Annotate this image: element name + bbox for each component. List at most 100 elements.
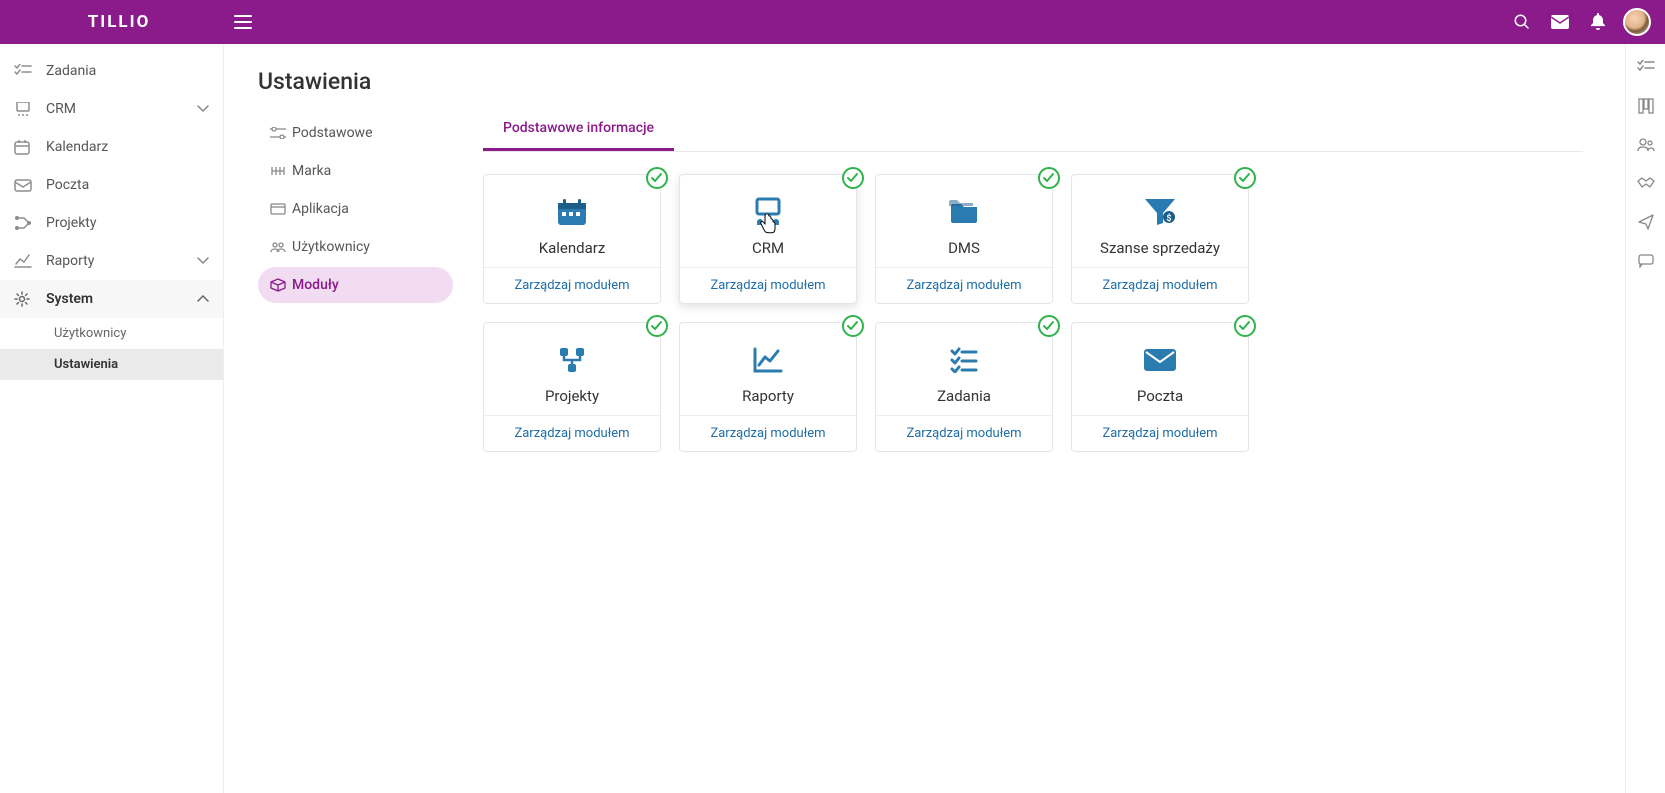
module-name: CRM: [688, 239, 848, 257]
module-name: Szanse sprzedaży: [1080, 239, 1240, 257]
sidebar-item-label: Raporty: [46, 253, 197, 269]
subnav-podstawowe[interactable]: Podstawowe: [258, 115, 453, 151]
sidebar-subitem-uzytkownicy[interactable]: Użytkownicy: [0, 318, 223, 349]
gear-icon: [14, 291, 40, 307]
calendar-icon: [14, 139, 40, 155]
main-content: Ustawienia Podstawowe Marka Aplikacja Uż…: [224, 44, 1625, 793]
subnav-moduly[interactable]: Moduły: [258, 267, 453, 303]
crm-icon: [688, 193, 848, 231]
sidebar-item-label: Projekty: [46, 215, 209, 231]
app-icon: [270, 203, 292, 215]
module-card-body: Poczta: [1072, 323, 1248, 415]
subnav-uzytkownicy[interactable]: Użytkownicy: [258, 229, 453, 265]
manage-module-link[interactable]: Zarządzaj modułem: [876, 267, 1052, 303]
funnel-icon: $: [1080, 193, 1240, 231]
sidebar-item-label: Kalendarz: [46, 139, 209, 155]
sidebar-item-system[interactable]: System: [0, 280, 223, 318]
user-avatar[interactable]: [1623, 8, 1651, 36]
sidebar-item-raporty[interactable]: Raporty: [0, 242, 223, 280]
mail-icon[interactable]: [1543, 5, 1577, 39]
check-enabled-icon: [1234, 315, 1256, 337]
module-card-szanse-sprzedaży: $ Szanse sprzedaży Zarządzaj modułem: [1071, 174, 1249, 304]
calendar-icon: [492, 193, 652, 231]
check-enabled-icon: [1234, 167, 1256, 189]
manage-module-link[interactable]: Zarządzaj modułem: [680, 415, 856, 451]
module-card-body: Zadania: [876, 323, 1052, 415]
module-card-body: Raporty: [680, 323, 856, 415]
package-icon: [270, 278, 292, 292]
module-card-body: DMS: [876, 175, 1052, 267]
manage-module-link[interactable]: Zarządzaj modułem: [1072, 415, 1248, 451]
rail-tasks-icon[interactable]: [1637, 60, 1655, 74]
right-rail: [1625, 44, 1665, 793]
module-card-projekty: Projekty Zarządzaj modułem: [483, 322, 661, 452]
crm-icon: [14, 102, 40, 116]
sidebar-item-projekty[interactable]: Projekty: [0, 204, 223, 242]
sliders-icon: [270, 127, 292, 139]
module-name: Zadania: [884, 387, 1044, 405]
svg-text:$: $: [1166, 213, 1171, 224]
sidebar-item-label: System: [46, 291, 197, 307]
sidebar-item-label: CRM: [46, 101, 197, 117]
sidebar-item-label: Zadania: [46, 63, 209, 79]
module-card-poczta: Poczta Zarządzaj modułem: [1071, 322, 1249, 452]
module-name: Poczta: [1080, 387, 1240, 405]
check-enabled-icon: [842, 167, 864, 189]
rail-chat-icon[interactable]: [1638, 254, 1654, 268]
module-card-dms: DMSZarządzaj modułem: [875, 174, 1053, 304]
subnav-label: Aplikacja: [292, 201, 349, 217]
projects-icon: [14, 216, 40, 230]
settings-subnav: Podstawowe Marka Aplikacja Użytkownicy M…: [258, 115, 453, 305]
subnav-label: Podstawowe: [292, 125, 373, 141]
check-enabled-icon: [646, 315, 668, 337]
rail-handshake-icon[interactable]: [1637, 176, 1655, 190]
module-card-kalendarz: KalendarzZarządzaj modułem: [483, 174, 661, 304]
sidebar-subitem-ustawienia[interactable]: Ustawienia: [0, 349, 223, 380]
tab-podstawowe-informacje[interactable]: Podstawowe informacje: [483, 108, 674, 151]
sidebar-item-poczta[interactable]: Poczta: [0, 166, 223, 204]
content-area: Podstawowe informacje KalendarzZarządzaj…: [453, 68, 1613, 769]
chevron-up-icon: [197, 295, 209, 303]
tab-bar: Podstawowe informacje: [483, 108, 1583, 152]
check-enabled-icon: [842, 315, 864, 337]
module-card-raporty: RaportyZarządzaj modułem: [679, 322, 857, 452]
mail-outline-icon: [14, 179, 40, 192]
check-enabled-icon: [1038, 315, 1060, 337]
subnav-label: Użytkownicy: [292, 239, 370, 255]
module-card-zadania: Zadania Zarządzaj modułem: [875, 322, 1053, 452]
subnav-aplikacja[interactable]: Aplikacja: [258, 191, 453, 227]
envelope-icon: [1080, 341, 1240, 379]
users-icon: [270, 241, 292, 253]
sidebar-item-zadania[interactable]: Zadania: [0, 52, 223, 90]
subnav-label: Moduły: [292, 277, 339, 293]
manage-module-link[interactable]: Zarządzaj modułem: [484, 415, 660, 451]
sidebar-item-label: Poczta: [46, 177, 209, 193]
chevron-down-icon: [197, 257, 209, 265]
check-enabled-icon: [1038, 167, 1060, 189]
module-name: Projekty: [492, 387, 652, 405]
module-card-body: Kalendarz: [484, 175, 660, 267]
menu-toggle-icon[interactable]: [234, 15, 252, 29]
manage-module-link[interactable]: Zarządzaj modułem: [484, 267, 660, 303]
manage-module-link[interactable]: Zarządzaj modułem: [876, 415, 1052, 451]
rail-kanban-icon[interactable]: [1638, 98, 1654, 114]
module-card-body: Projekty: [484, 323, 660, 415]
module-card-body: $ Szanse sprzedaży: [1072, 175, 1248, 267]
sidebar-item-kalendarz[interactable]: Kalendarz: [0, 128, 223, 166]
search-icon[interactable]: [1505, 5, 1539, 39]
subnav-marka[interactable]: Marka: [258, 153, 453, 189]
module-card-body: CRM: [680, 175, 856, 267]
check-enabled-icon: [646, 167, 668, 189]
manage-module-link[interactable]: Zarządzaj modułem: [680, 267, 856, 303]
brand-logo: TILLIO: [14, 12, 224, 32]
chart-icon: [688, 341, 848, 379]
manage-module-link[interactable]: Zarządzaj modułem: [1072, 267, 1248, 303]
rail-contacts-icon[interactable]: [1637, 138, 1655, 152]
bell-icon[interactable]: [1581, 5, 1615, 39]
rail-send-icon[interactable]: [1638, 214, 1654, 230]
sidebar-item-crm[interactable]: CRM: [0, 90, 223, 128]
module-card-crm: CRM Zarządzaj modułem: [679, 174, 857, 304]
reports-icon: [14, 254, 40, 268]
checklist-icon: [884, 341, 1044, 379]
brand-icon: [270, 165, 292, 177]
